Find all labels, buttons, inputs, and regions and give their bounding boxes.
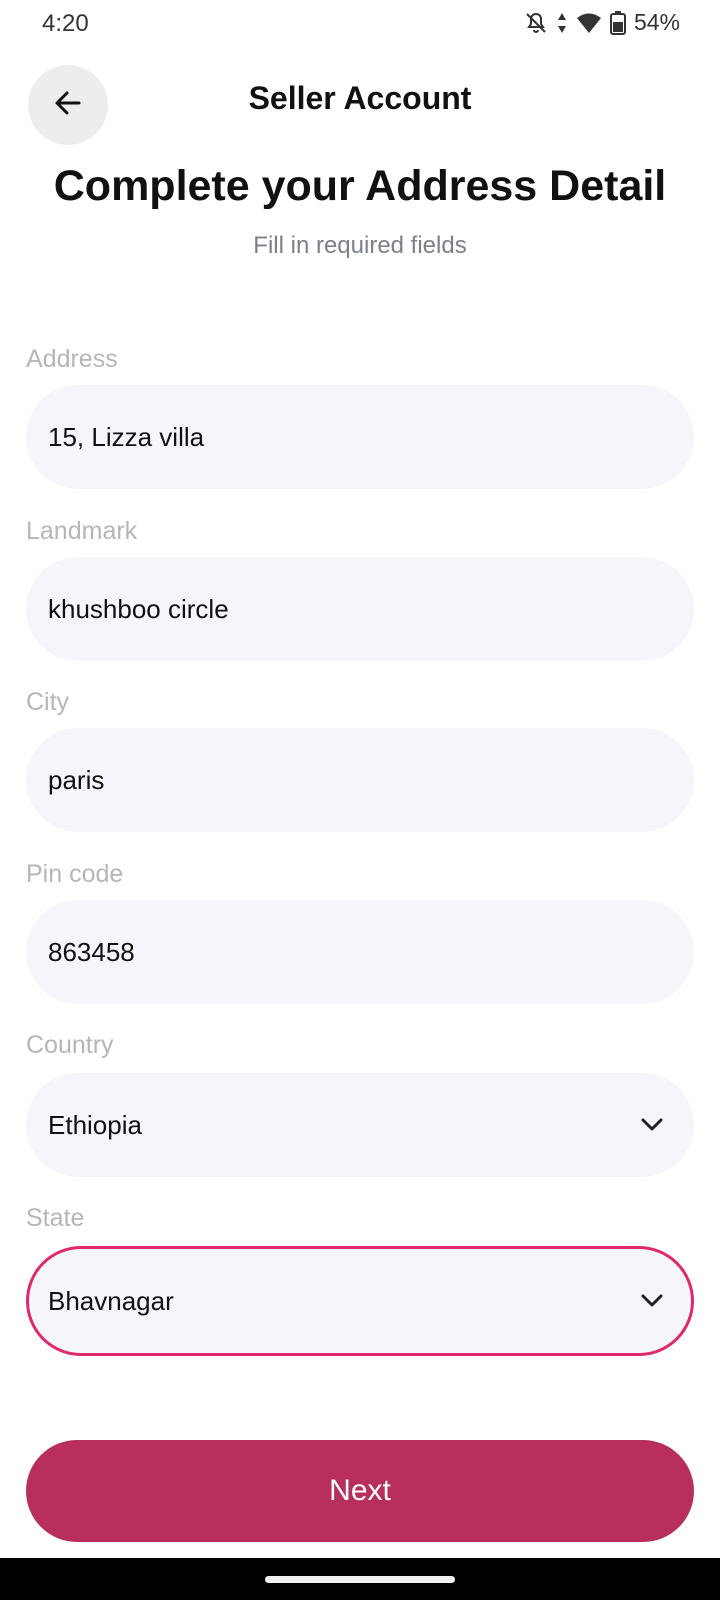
landmark-value: khushboo circle <box>48 593 229 624</box>
bell-off-icon <box>524 11 548 35</box>
country-label: Country <box>26 1031 114 1059</box>
landmark-field[interactable]: khushboo circle <box>26 557 694 661</box>
pincode-field[interactable]: 863458 <box>26 900 694 1004</box>
address-label: Address <box>26 345 118 373</box>
battery-percent: 54% <box>633 9 680 35</box>
address-value: 15, Lizza villa <box>48 421 205 452</box>
address-field[interactable]: 15, Lizza villa <box>26 385 694 489</box>
battery-icon <box>609 10 626 35</box>
pincode-value: 863458 <box>48 936 135 967</box>
screen: 4:20 54% Seller Account Complete your Ad… <box>0 0 720 1600</box>
status-time: 4:20 <box>42 10 89 37</box>
home-indicator[interactable] <box>265 1576 455 1583</box>
state-value: Bhavnagar <box>48 1285 174 1316</box>
status-bar: 4:20 54% <box>0 0 720 50</box>
country-select[interactable]: Ethiopia <box>26 1073 694 1177</box>
header-title: Seller Account <box>248 80 472 116</box>
landmark-label: Landmark <box>26 517 138 545</box>
country-value: Ethiopia <box>48 1109 142 1140</box>
page-title: Complete your Address Detail <box>53 162 667 210</box>
city-field[interactable]: paris <box>26 728 694 832</box>
city-value: paris <box>48 764 105 795</box>
chevron-down-icon <box>640 1293 664 1309</box>
chevron-down-icon <box>640 1117 664 1133</box>
next-button[interactable]: Next <box>26 1440 694 1542</box>
city-label: City <box>26 688 70 716</box>
data-arrows-icon <box>556 11 568 35</box>
state-select[interactable]: Bhavnagar <box>26 1246 694 1356</box>
state-label: State <box>26 1204 85 1232</box>
pincode-label: Pin code <box>26 860 124 888</box>
wifi-icon <box>576 12 602 34</box>
status-icons: 54% <box>524 9 680 36</box>
page-subtitle: Fill in required fields <box>253 232 467 259</box>
